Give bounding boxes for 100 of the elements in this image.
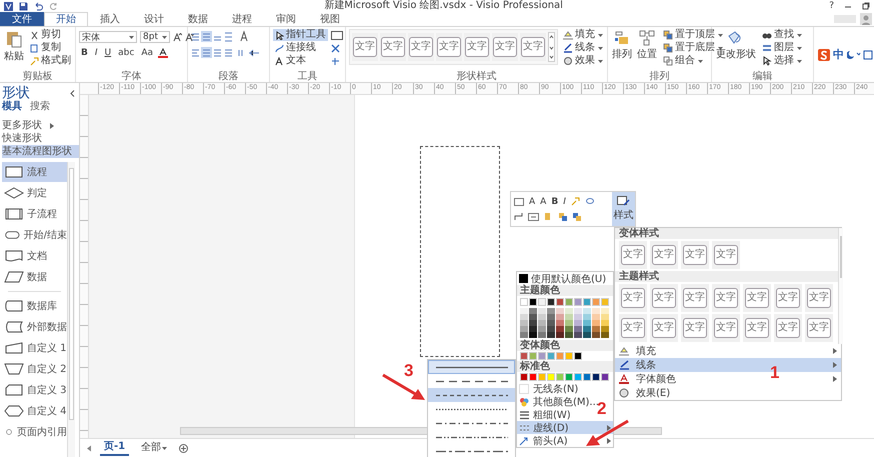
color-swatch[interactable] (574, 298, 582, 306)
color-swatch[interactable] (574, 373, 582, 381)
color-swatch[interactable] (565, 298, 573, 306)
menu-item[interactable]: 虚线(D) (517, 421, 613, 434)
arrange-command[interactable]: 置于顶层 (661, 29, 725, 41)
collapse-icon[interactable] (70, 90, 75, 96)
color-swatch[interactable] (538, 298, 546, 306)
color-swatch[interactable] (583, 373, 591, 381)
stencil-link[interactable]: 快速形状 (2, 132, 79, 145)
edit-command[interactable]: 选择 (760, 55, 804, 67)
style-tile[interactable]: 文字 (380, 33, 406, 61)
color-swatch[interactable] (601, 298, 609, 306)
mini-font-button[interactable]: A (540, 196, 546, 207)
mini-font-button[interactable]: A (529, 196, 536, 207)
connection-point-icon[interactable] (331, 57, 340, 66)
color-shades[interactable] (574, 308, 582, 338)
edit-command[interactable]: 图层 (760, 42, 804, 54)
panel-tab[interactable]: 搜索 (30, 101, 50, 113)
align-icon[interactable] (528, 212, 539, 221)
close-icon[interactable] (331, 44, 340, 53)
color-swatch[interactable] (592, 373, 600, 381)
menu-item[interactable]: 使用默认颜色(U) (517, 272, 613, 285)
arrange-button[interactable]: 位置 (636, 29, 658, 62)
save-icon[interactable] (19, 2, 28, 10)
style-tile[interactable]: 文字 (805, 284, 833, 312)
style-tile[interactable]: 文字 (681, 241, 709, 269)
font-style-button[interactable]: U (102, 48, 114, 58)
color-shades[interactable] (583, 308, 591, 338)
restore-icon[interactable] (862, 2, 870, 10)
color-shades[interactable] (565, 308, 573, 338)
color-swatch[interactable] (565, 352, 573, 360)
color-swatch[interactable] (556, 352, 564, 360)
font-size-field[interactable]: 8pt (140, 31, 170, 43)
color-swatch[interactable] (529, 352, 537, 360)
lasso-icon[interactable] (584, 197, 594, 206)
style-tile[interactable]: 文字 (619, 241, 647, 269)
color-swatch[interactable] (520, 298, 528, 306)
color-swatch[interactable] (547, 373, 555, 381)
color-swatch[interactable] (583, 298, 591, 306)
bring-forward-icon[interactable] (558, 212, 567, 222)
color-shades[interactable] (592, 308, 600, 338)
page-tab[interactable]: 页-1 (100, 440, 130, 456)
font-style-button[interactable]: B (79, 48, 90, 58)
style-command[interactable]: 填充 (561, 29, 605, 41)
stencil-link[interactable]: 基本流程图形状 (2, 145, 79, 158)
style-command[interactable]: 效果 (561, 55, 605, 67)
font-style-button[interactable]: abc (116, 48, 136, 58)
color-shades[interactable] (601, 308, 609, 338)
font-family-field[interactable]: 宋体 (79, 31, 137, 43)
style-tile[interactable]: 文字 (619, 314, 647, 342)
rectangle-tool-icon[interactable] (331, 31, 343, 40)
help-button[interactable]: ? (829, 1, 834, 11)
style-tile[interactable]: 文字 (712, 314, 740, 342)
menu-item[interactable]: 箭头(A) (517, 434, 613, 447)
ribbon-tab[interactable]: 插入 (88, 12, 132, 26)
shrink-font-icon[interactable] (185, 32, 194, 42)
color-shades[interactable] (529, 308, 537, 338)
add-page-icon[interactable] (179, 444, 188, 452)
style-tile[interactable]: 文字 (464, 33, 490, 61)
mini-font-button[interactable]: I (563, 196, 566, 207)
edit-command[interactable]: 查找 (760, 29, 804, 41)
scrollbar[interactable] (838, 228, 843, 344)
tool-button[interactable]: 文本 (273, 55, 328, 67)
color-swatch[interactable] (529, 373, 537, 381)
paste-button[interactable]: 粘贴 (3, 29, 25, 64)
color-swatch[interactable] (520, 373, 528, 381)
color-shades[interactable] (520, 308, 528, 338)
color-swatch[interactable] (592, 298, 600, 306)
style-tile[interactable]: 文字 (681, 314, 709, 342)
style-tile[interactable]: 文字 (743, 284, 771, 312)
dash-style-option[interactable] (428, 388, 515, 402)
panel-tab[interactable]: 模具 (2, 101, 22, 113)
menu-item[interactable]: 无线条(N) (517, 382, 613, 395)
ribbon-tab[interactable]: 视图 (308, 12, 352, 26)
font-color-icon[interactable] (158, 48, 168, 58)
style-tile[interactable]: 文字 (408, 33, 434, 61)
format-painter-icon[interactable] (570, 197, 580, 206)
color-shades[interactable] (547, 308, 555, 338)
style-tile[interactable]: 文字 (436, 33, 462, 61)
clipboard-command[interactable]: 格式刷 (28, 55, 73, 67)
color-swatch[interactable] (538, 352, 546, 360)
color-shades[interactable] (538, 308, 546, 338)
style-tile[interactable]: 文字 (619, 284, 647, 312)
ribbon-tab[interactable]: 文件 (0, 12, 44, 26)
ribbon-tab[interactable]: 数据 (176, 12, 220, 26)
scrollbar[interactable] (67, 162, 75, 457)
style-tile[interactable]: 文字 (712, 284, 740, 312)
color-swatch[interactable] (556, 298, 564, 306)
color-swatch[interactable] (547, 352, 555, 360)
font-style-button[interactable]: I (92, 48, 100, 58)
color-shades[interactable] (556, 308, 564, 338)
style-command[interactable]: 线条 (561, 42, 605, 54)
style-tile[interactable]: 文字 (352, 33, 378, 61)
clipboard-command[interactable]: 复制 (28, 42, 73, 54)
tool-button[interactable]: 连接线 (273, 42, 328, 54)
color-swatch[interactable] (547, 298, 555, 306)
menu-item[interactable]: 填充 (615, 344, 841, 358)
style-tile[interactable]: 文字 (774, 314, 802, 342)
send-backward-icon[interactable] (572, 212, 581, 222)
color-swatch[interactable] (520, 352, 528, 360)
